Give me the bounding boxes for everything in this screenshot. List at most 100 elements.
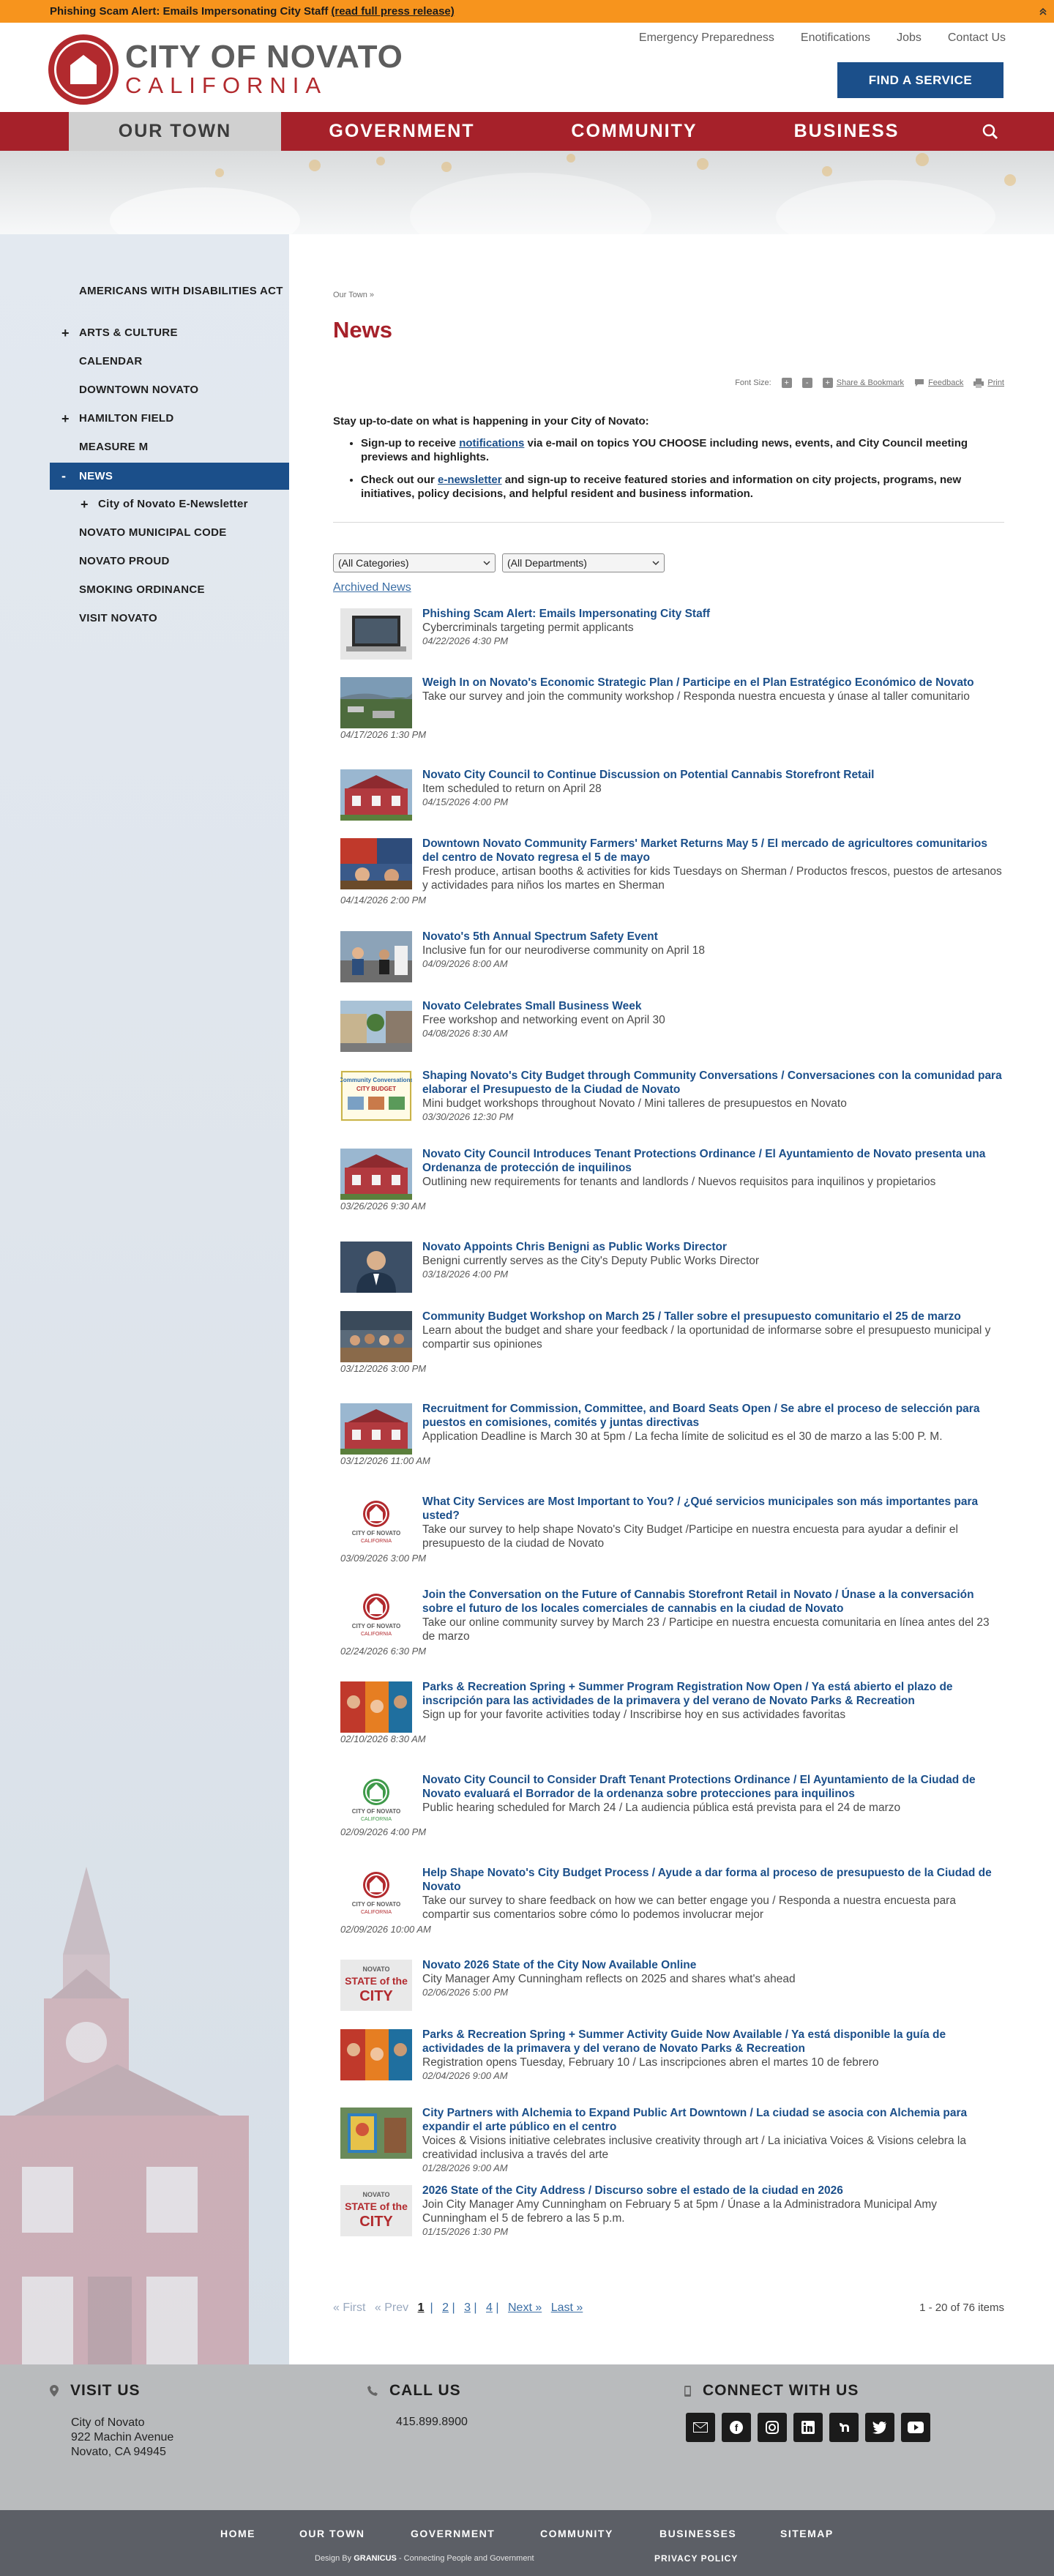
facebook-icon[interactable]: f: [722, 2413, 751, 2442]
utility-link-enotifications[interactable]: Enotifications: [801, 31, 870, 45]
news-thumbnail[interactable]: [340, 1681, 412, 1733]
utility-link-contact[interactable]: Contact Us: [948, 31, 1006, 45]
expand-icon[interactable]: +: [61, 326, 70, 341]
sidebar-item-ada[interactable]: AMERICANS WITH DISABILITIES ACT: [50, 284, 289, 313]
news-thumbnail[interactable]: CITY OF NOVATO CALIFORNIA: [340, 1867, 412, 1919]
sidebar-item-novato-proud[interactable]: NOVATO PROUD: [50, 554, 289, 569]
pager-page-2[interactable]: 2: [442, 2301, 449, 2314]
news-title-link[interactable]: 2026 State of the City Address / Discurs…: [422, 2184, 1004, 2198]
footer-link-home[interactable]: HOME: [220, 2528, 255, 2539]
sidebar-item-news[interactable]: - NEWS: [50, 463, 289, 490]
pager-last[interactable]: Last »: [551, 2301, 583, 2314]
nav-item-our-town[interactable]: OUR TOWN: [69, 112, 281, 151]
sidebar-item-municipal-code[interactable]: NOVATO MUNICIPAL CODE: [50, 526, 289, 540]
news-title-link[interactable]: Weigh In on Novato's Economic Strategic …: [422, 676, 1004, 690]
sidebar-item-smoking[interactable]: SMOKING ORDINANCE: [50, 583, 289, 597]
font-increase-button[interactable]: +: [781, 378, 792, 388]
news-title-link[interactable]: Shaping Novato's City Budget through Com…: [422, 1069, 1004, 1097]
phone-number[interactable]: 415.899.8900: [396, 2416, 468, 2429]
sidebar-item-calendar[interactable]: CALENDAR: [50, 354, 289, 369]
news-title-link[interactable]: Novato Celebrates Small Business Week: [422, 999, 1004, 1013]
news-title-link[interactable]: Novato City Council to Consider Draft Te…: [422, 1773, 1004, 1801]
archived-news-link[interactable]: Archived News: [333, 581, 411, 594]
news-title-link[interactable]: Parks & Recreation Spring + Summer Progr…: [422, 1680, 1004, 1708]
news-title-link[interactable]: Parks & Recreation Spring + Summer Activ…: [422, 2028, 1004, 2056]
privacy-policy-link[interactable]: PRIVACY POLICY: [654, 2553, 738, 2564]
footer-link-government[interactable]: GOVERNMENT: [411, 2528, 495, 2539]
expand-icon[interactable]: +: [61, 411, 70, 427]
news-thumbnail[interactable]: [340, 769, 412, 821]
collapse-icon[interactable]: -: [61, 468, 66, 484]
footer-link-businesses[interactable]: BUSINESSES: [659, 2528, 736, 2539]
news-thumbnail[interactable]: [340, 677, 412, 728]
granicus-link[interactable]: GRANICUS: [354, 2554, 397, 2563]
enewsletter-link[interactable]: e-newsletter: [438, 474, 502, 486]
news-title-link[interactable]: Novato 2026 State of the City Now Availa…: [422, 1958, 1004, 1972]
pager-next[interactable]: Next »: [508, 2301, 542, 2314]
nextdoor-icon[interactable]: [829, 2413, 859, 2442]
news-title-link[interactable]: Help Shape Novato's City Budget Process …: [422, 1866, 1004, 1894]
logo-city-name[interactable]: CITY OF NOVATO: [125, 39, 403, 75]
sidebar-item-enewsletter[interactable]: + City of Novato E-Newsletter: [50, 497, 289, 512]
sidebar-item-visit[interactable]: VISIT NOVATO: [50, 611, 289, 626]
news-thumbnail[interactable]: NOVATO STATE of the CITY: [340, 1960, 412, 2011]
breadcrumb[interactable]: Our Town »: [333, 291, 374, 299]
font-decrease-button[interactable]: -: [801, 378, 812, 388]
news-thumbnail[interactable]: Community Conversations CITY BUDGET: [340, 1070, 412, 1121]
find-service-button[interactable]: FIND A SERVICE: [837, 62, 1003, 98]
utility-link-emergency[interactable]: Emergency Preparedness: [639, 31, 774, 45]
footer-link-sitemap[interactable]: SITEMAP: [780, 2528, 834, 2539]
instagram-icon[interactable]: [758, 2413, 787, 2442]
footer-link-community[interactable]: COMMUNITY: [540, 2528, 613, 2539]
pager-page-3[interactable]: 3: [464, 2301, 471, 2314]
news-thumbnail[interactable]: CITY OF NOVATO CALIFORNIA: [340, 1589, 412, 1640]
feedback-button[interactable]: Feedback: [914, 378, 963, 387]
news-title-link[interactable]: Downtown Novato Community Farmers' Marke…: [422, 837, 1004, 865]
sidebar-item-arts-culture[interactable]: + ARTS & CULTURE: [50, 326, 289, 340]
news-thumbnail[interactable]: [340, 838, 412, 889]
utility-link-jobs[interactable]: Jobs: [897, 31, 922, 45]
department-filter-select[interactable]: (All Departments): [502, 553, 665, 572]
pager-page-1[interactable]: 1: [418, 2301, 425, 2314]
news-thumbnail[interactable]: [340, 1403, 412, 1455]
nav-item-government[interactable]: GOVERNMENT: [281, 112, 523, 151]
nav-item-business[interactable]: BUSINESS: [746, 112, 947, 151]
sidebar-item-measure-m[interactable]: MEASURE M: [50, 440, 289, 455]
news-title-link[interactable]: Join the Conversation on the Future of C…: [422, 1588, 1004, 1616]
nav-item-community[interactable]: COMMUNITY: [523, 112, 746, 151]
news-title-link[interactable]: Novato City Council to Continue Discussi…: [422, 768, 1004, 782]
news-thumbnail[interactable]: [340, 608, 412, 660]
notifications-link[interactable]: notifications: [459, 437, 524, 449]
news-title-link[interactable]: Community Budget Workshop on March 25 / …: [422, 1310, 1004, 1324]
youtube-icon[interactable]: [901, 2413, 930, 2442]
news-title-link[interactable]: What City Services are Most Important to…: [422, 1495, 1004, 1523]
linkedin-icon[interactable]: [793, 2413, 823, 2442]
news-title-link[interactable]: Phishing Scam Alert: Emails Impersonatin…: [422, 607, 1004, 621]
sidebar-item-downtown[interactable]: DOWNTOWN NOVATO: [50, 383, 289, 397]
news-thumbnail[interactable]: CITY OF NOVATO CALIFORNIA: [340, 1774, 412, 1826]
sidebar-item-hamilton[interactable]: + HAMILTON FIELD: [50, 411, 289, 426]
share-bookmark-button[interactable]: + Share & Bookmark: [822, 378, 904, 388]
category-filter-select[interactable]: (All Categories): [333, 553, 496, 572]
news-thumbnail[interactable]: [340, 1242, 412, 1293]
footer-link-our-town[interactable]: OUR TOWN: [299, 2528, 365, 2539]
news-thumbnail[interactable]: [340, 2108, 412, 2159]
news-title-link[interactable]: Novato City Council Introduces Tenant Pr…: [422, 1147, 1004, 1175]
news-thumbnail[interactable]: [340, 1001, 412, 1052]
alert-press-release-link[interactable]: (read full press release): [331, 5, 454, 18]
news-thumbnail[interactable]: [340, 1311, 412, 1362]
news-title-link[interactable]: Novato Appoints Chris Benigni as Public …: [422, 1240, 1004, 1254]
city-seal-logo[interactable]: [48, 34, 119, 105]
news-title-link[interactable]: Novato's 5th Annual Spectrum Safety Even…: [422, 930, 1004, 944]
news-thumbnail[interactable]: [340, 1149, 412, 1200]
logo-state-name[interactable]: CALIFORNIA: [125, 72, 327, 99]
print-button[interactable]: Print: [973, 378, 1004, 388]
twitter-icon[interactable]: [865, 2413, 894, 2442]
news-thumbnail[interactable]: CITY OF NOVATO CALIFORNIA: [340, 1496, 412, 1548]
news-thumbnail[interactable]: NOVATO STATE of the CITY: [340, 2185, 412, 2236]
news-thumbnail[interactable]: [340, 931, 412, 982]
pager-page-4[interactable]: 4: [486, 2301, 493, 2314]
collapse-icon[interactable]: [1038, 7, 1048, 17]
news-title-link[interactable]: City Partners with Alchemia to Expand Pu…: [422, 2106, 1004, 2134]
news-thumbnail[interactable]: [340, 2029, 412, 2080]
